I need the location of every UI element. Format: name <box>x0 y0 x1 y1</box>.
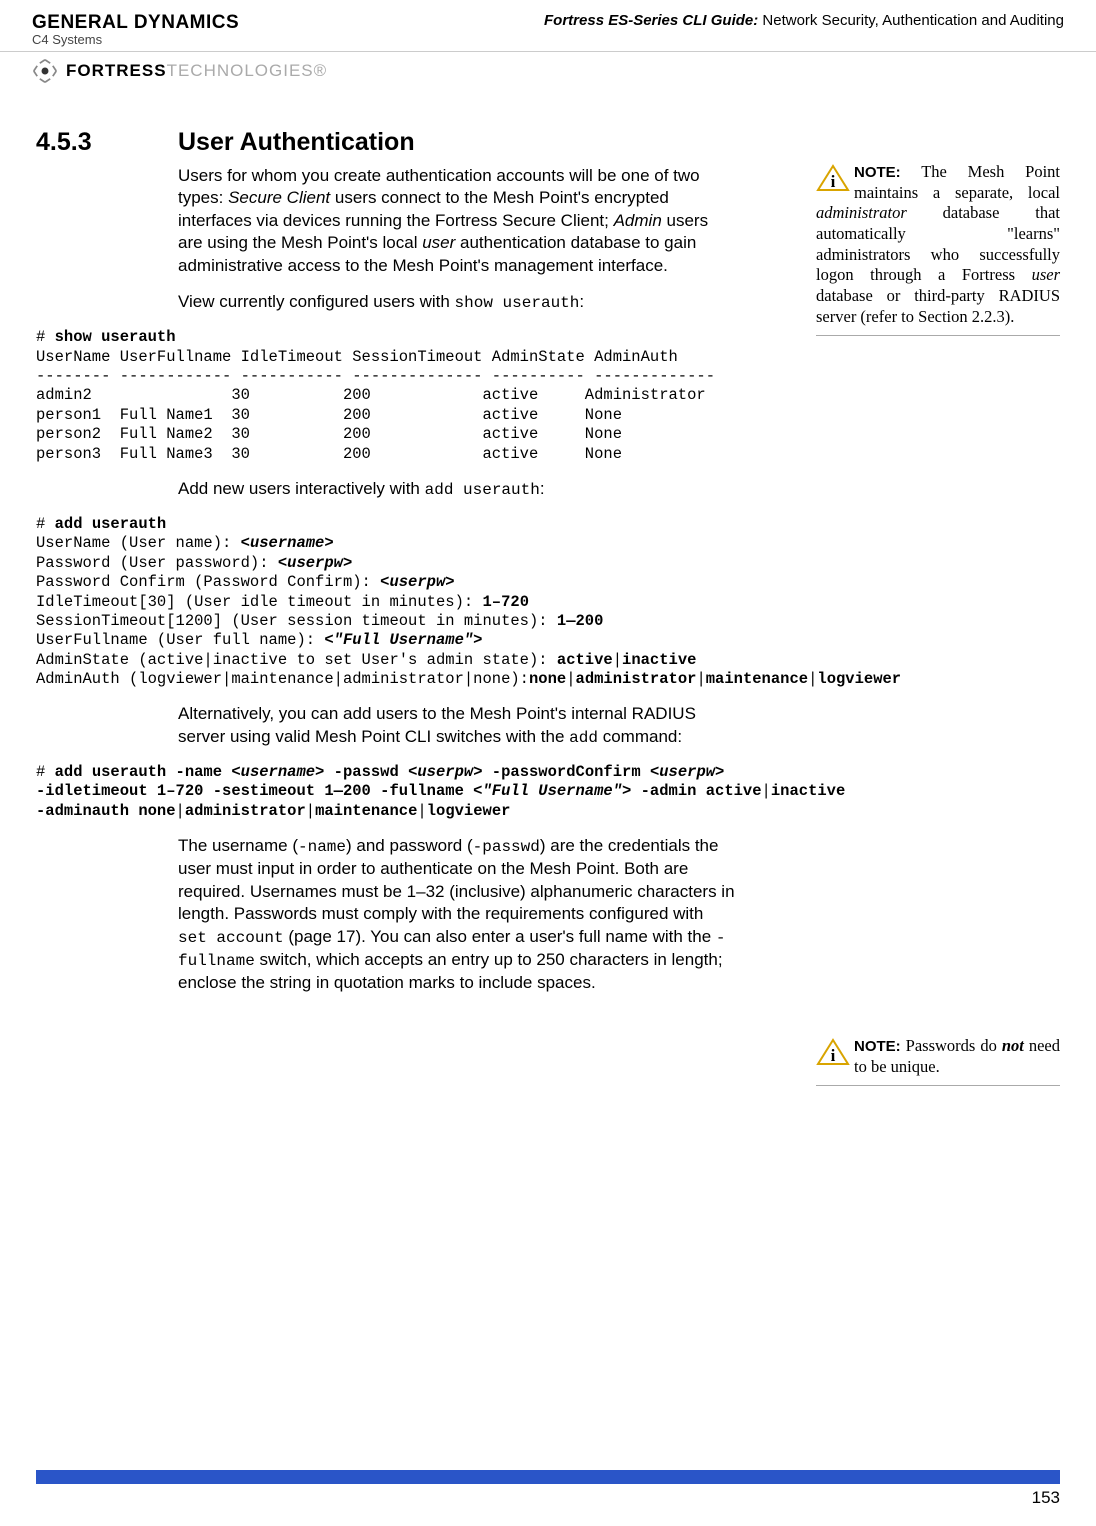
doc-title: Fortress ES-Series CLI Guide: Network Se… <box>544 12 1064 29</box>
note-box-2: i NOTE: Passwords do not need to be uniq… <box>816 1036 1060 1086</box>
footer-bar <box>36 1470 1060 1484</box>
note1-b: administrator <box>816 203 907 222</box>
note1-d: user <box>1032 265 1060 284</box>
brand-line1: GENERAL DYNAMICS <box>32 12 239 34</box>
svg-text:i: i <box>831 1046 836 1065</box>
note2-b: not <box>1002 1036 1024 1055</box>
code-block-show-userauth: # show userauth UserName UserFullname Id… <box>36 328 1060 464</box>
content-area: i NOTE: The Mesh Point maintains a separ… <box>0 128 1096 994</box>
info-icon: i <box>816 1038 850 1066</box>
brand-block: GENERAL DYNAMICS C4 Systems <box>32 12 239 47</box>
paragraph-5: The username (-name) and password (-pass… <box>178 835 736 994</box>
note1-e: database or third-party RADIUS server (r… <box>816 286 1060 326</box>
paragraph-4: Alternatively, you can add users to the … <box>178 703 736 749</box>
doc-title-italic: Fortress ES-Series CLI Guide: <box>544 12 758 29</box>
fortress-grey: TECHNOLOGIES® <box>167 61 328 80</box>
section-title: User Authentication <box>178 128 415 157</box>
info-icon: i <box>816 164 850 192</box>
code-block-add-userauth-inline: # add userauth -name <username> -passwd … <box>36 763 1060 821</box>
fortress-icon <box>32 58 58 84</box>
note2-a: Passwords do <box>901 1036 1002 1055</box>
svg-text:i: i <box>831 172 836 191</box>
note-box-1: i NOTE: The Mesh Point maintains a separ… <box>816 162 1060 336</box>
doc-title-rest: Network Security, Authentication and Aud… <box>758 12 1064 29</box>
paragraph-1: Users for whom you create authentication… <box>178 165 736 277</box>
section-number: 4.5.3 <box>36 128 136 157</box>
fortress-bold: FORTRESS <box>66 61 167 80</box>
fortress-text: FORTRESSTECHNOLOGIES® <box>66 61 327 81</box>
brand-line2: C4 Systems <box>32 32 239 47</box>
paragraph-3: Add new users interactively with add use… <box>178 478 736 501</box>
fortress-logo-row: FORTRESSTECHNOLOGIES® <box>0 58 1096 94</box>
note-label: NOTE: <box>854 1038 901 1055</box>
section-heading: 4.5.3 User Authentication <box>36 128 1060 157</box>
paragraph-2: View currently configured users with sho… <box>178 291 736 314</box>
page-footer: 153 <box>36 1470 1060 1508</box>
code-block-add-userauth: # add userauth UserName (User name): <us… <box>36 515 1060 689</box>
page-header: GENERAL DYNAMICS C4 Systems Fortress ES-… <box>0 0 1096 52</box>
page-number: 153 <box>36 1488 1060 1508</box>
note-label: NOTE: <box>854 164 901 181</box>
